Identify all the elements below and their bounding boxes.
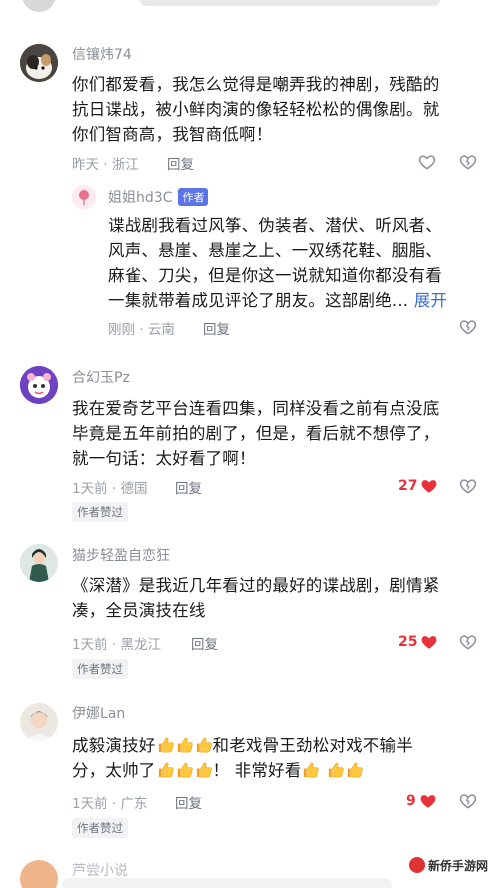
thumbs-up-emoji-icon	[196, 762, 212, 778]
reply-line-text: 一集就带着成见评论了朋友。这部剧绝...	[108, 291, 409, 310]
cat-avatar-icon	[20, 44, 58, 82]
comment-input[interactable]	[62, 878, 392, 888]
comment-text: 我在爱奇艺平台连看四集，同样没看之前有点没底 毕竟是五年前拍的剧了，但是，看后就…	[72, 396, 482, 471]
comment-text-part: 成毅演技好	[72, 736, 156, 755]
comment-line: 分，太帅了 ！ 非常好看	[72, 758, 482, 783]
reply-line: 一集就带着成见评论了朋友。这部剧绝... 展开	[108, 288, 484, 313]
broken-heart-icon	[459, 320, 477, 335]
avatar[interactable]	[20, 544, 58, 582]
comment-text: 你们都爱看，我怎么觉得是嘲弄我的神剧，残酷的 抗日谍战，被小鲜肉演的像轻轻松松的…	[72, 72, 482, 147]
like-button[interactable]	[417, 152, 437, 172]
comment-text: 《深潜》是我近几年看过的最好的谍战剧，剧情紧 凑，全员演技在线	[72, 573, 482, 623]
thumbs-up-emoji-icon	[347, 762, 363, 778]
reply-line: 麻雀、刀尖，但是你这一说就知道你都没有看	[108, 266, 442, 285]
thumbs-up-emoji-icon	[196, 737, 212, 753]
reply-username[interactable]: 姐姐hd3C	[108, 190, 172, 206]
watermark-text: 新侨手游网	[427, 859, 488, 873]
thumbs-up-emoji-icon	[177, 762, 193, 778]
comment-text-part: ！ 非常好看	[212, 761, 302, 780]
broken-heart-icon	[459, 794, 477, 809]
comment-meta: 1天前 · 黑龙江	[72, 637, 161, 653]
comment-meta: 昨天 · 浙江	[72, 157, 139, 173]
expand-button[interactable]: 展开	[414, 291, 447, 310]
reply-button[interactable]: 回复	[175, 792, 202, 812]
reply-line: 谍战剧我看过风筝、伪装者、潜伏、听风者、	[108, 216, 442, 235]
reply-button[interactable]: 回复	[175, 477, 202, 497]
watermark: 新侨手游网	[402, 855, 494, 876]
comment-line: 你们智商高，我智商低啊！	[72, 125, 273, 144]
reply-button[interactable]: 回复	[203, 318, 230, 338]
person-avatar-icon	[20, 703, 58, 741]
cartoon-avatar-icon	[20, 366, 58, 404]
balloon-avatar-icon	[72, 185, 96, 209]
like-button[interactable]: 25	[398, 632, 439, 652]
comment-line: 就一句话：太好看了啊！	[72, 449, 256, 468]
avatar[interactable]	[20, 366, 58, 404]
dislike-button[interactable]	[458, 476, 478, 496]
like-count: 27	[398, 478, 418, 494]
reply-text: 谍战剧我看过风筝、伪装者、潜伏、听风者、 风声、悬崖、悬崖之上、一双绣花鞋、胭脂…	[108, 213, 484, 313]
username[interactable]: 信镶炜74	[72, 44, 132, 64]
heart-filled-icon	[422, 480, 437, 493]
comment-line: 凑，全员演技在线	[72, 601, 206, 620]
comment-line: 《深潜》是我近几年看过的最好的谍战剧，剧情紧	[72, 576, 440, 595]
comment-line: 毕竟是五年前拍的剧了，但是，看后就不想停了，	[72, 424, 440, 443]
author-liked-badge: 作者赞过	[72, 502, 128, 522]
comment-line: 我在爱奇艺平台连看四集，同样没看之前有点没底	[72, 399, 440, 418]
thumbs-up-emoji-icon	[177, 737, 193, 753]
author-liked-badge: 作者赞过	[72, 659, 128, 679]
broken-heart-icon	[459, 635, 477, 650]
heart-filled-icon	[422, 636, 437, 649]
reply-meta: 刚刚 · 云南	[108, 322, 175, 338]
comment-line: 成毅演技好 和老戏骨王劲松对戏不输半	[72, 733, 482, 758]
avatar[interactable]	[20, 44, 58, 82]
dislike-button[interactable]	[458, 152, 478, 172]
author-tag: 作者	[178, 188, 209, 206]
username[interactable]: 猫步轻盈自恋狂	[72, 545, 170, 565]
avatar[interactable]	[72, 185, 96, 209]
avatar	[22, 0, 56, 12]
like-count: 9	[406, 793, 416, 809]
comment-text-part: 和老戏骨王劲松对戏不输半	[212, 736, 413, 755]
thumbs-up-emoji-icon	[328, 762, 344, 778]
like-button[interactable]: 9	[406, 791, 438, 811]
watermark-logo-icon	[408, 857, 425, 873]
reply-line: 风声、悬崖、悬崖之上、一双绣花鞋、胭脂、	[108, 241, 442, 260]
comment-meta: 1天前 · 德国	[72, 481, 148, 497]
previous-comment-bar	[140, 0, 440, 6]
reply-button[interactable]: 回复	[191, 633, 218, 653]
thumbs-up-emoji-icon	[158, 737, 174, 753]
comment-text: 成毅演技好 和老戏骨王劲松对戏不输半 分，太帅了 ！ 非常好看	[72, 733, 482, 783]
username[interactable]: 姐姐hd3C 作者	[108, 187, 209, 207]
character-avatar-icon	[20, 544, 58, 582]
comment-meta: 1天前 · 广东	[72, 796, 148, 812]
broken-heart-icon	[459, 479, 477, 494]
dislike-button[interactable]	[458, 791, 478, 811]
like-button[interactable]: 27	[398, 476, 439, 496]
avatar[interactable]	[20, 703, 58, 741]
thumbs-up-emoji-icon	[158, 762, 174, 778]
dislike-button[interactable]	[458, 317, 478, 337]
thumbs-up-emoji-icon	[304, 762, 320, 778]
reply-button[interactable]: 回复	[167, 153, 194, 173]
heart-outline-icon	[418, 155, 436, 170]
author-liked-badge: 作者赞过	[72, 818, 128, 838]
comment-text-part: 分，太帅了	[72, 761, 156, 780]
comment-line: 抗日谍战，被小鲜肉演的像轻轻松松的偶像剧。就	[72, 100, 440, 119]
comment-line: 你们都爱看，我怎么觉得是嘲弄我的神剧，残酷的	[72, 75, 440, 94]
username[interactable]: 合幻玉Pz	[72, 367, 130, 387]
dislike-button[interactable]	[458, 632, 478, 652]
heart-filled-icon	[420, 795, 436, 808]
broken-heart-icon	[459, 155, 477, 170]
like-count: 25	[398, 634, 418, 650]
previous-comment-fragment	[0, 0, 500, 12]
username[interactable]: 伊娜Lan	[72, 703, 125, 723]
